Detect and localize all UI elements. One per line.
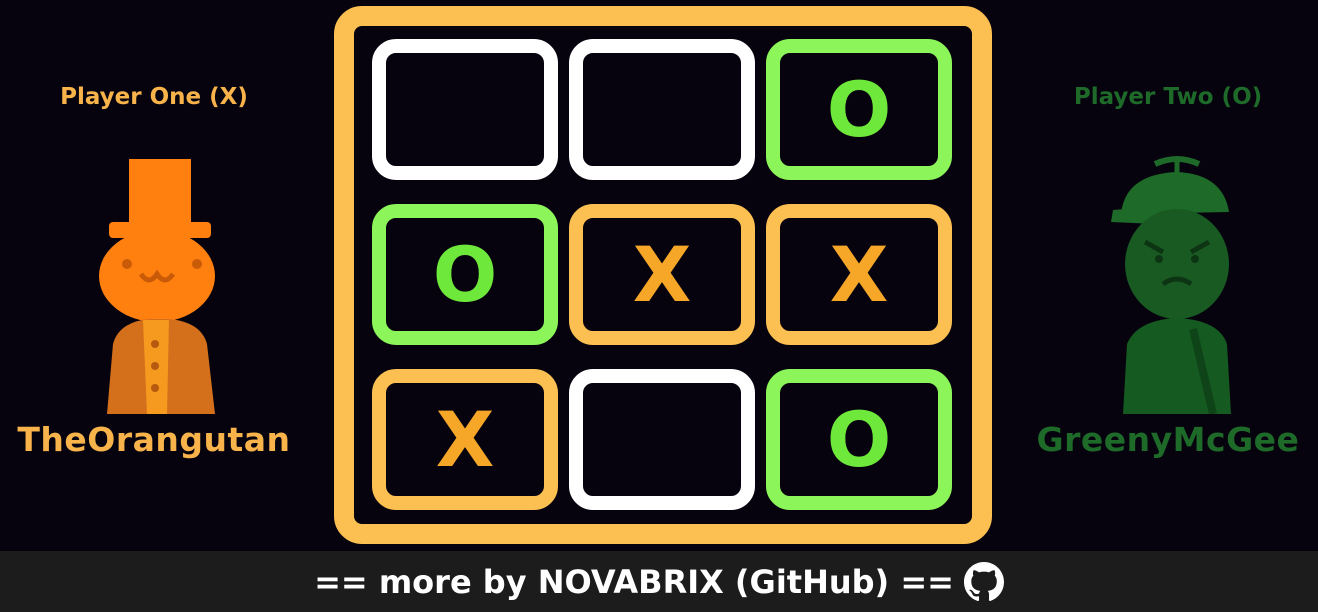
cell-0[interactable] (372, 39, 558, 180)
player-one-name: TheOrangutan (17, 420, 291, 459)
cell-2[interactable]: O (766, 39, 952, 180)
player-two-label: Player Two (O) (1073, 84, 1263, 110)
greeny-avatar-icon (1111, 156, 1231, 414)
cell-8[interactable]: O (766, 369, 952, 510)
github-link-text: == more by NOVABRIX (GitHub) == (314, 562, 954, 601)
game-board: O O X X X O (334, 6, 992, 544)
cell-7[interactable] (569, 369, 755, 510)
orangutan-avatar-icon (99, 159, 215, 414)
cell-3[interactable]: O (372, 204, 558, 345)
cell-6[interactable]: X (372, 369, 558, 510)
player-two-name: GreenyMcGee (1036, 420, 1300, 459)
game-stage: Player One (X) TheOrangutan O O X X X O … (0, 0, 1318, 612)
cell-4[interactable]: X (569, 204, 755, 345)
player-one-panel: Player One (X) TheOrangutan (4, 80, 304, 460)
cell-5[interactable]: X (766, 204, 952, 345)
footer-bar: == more by NOVABRIX (GitHub) == (0, 551, 1318, 612)
cell-1[interactable] (569, 39, 755, 180)
player-two-panel: Player Two (O) GreenyMcGee (1018, 80, 1318, 460)
github-link[interactable]: == more by NOVABRIX (GitHub) == (314, 561, 1004, 602)
player-one-label: Player One (X) (60, 84, 248, 110)
github-icon (963, 561, 1004, 601)
